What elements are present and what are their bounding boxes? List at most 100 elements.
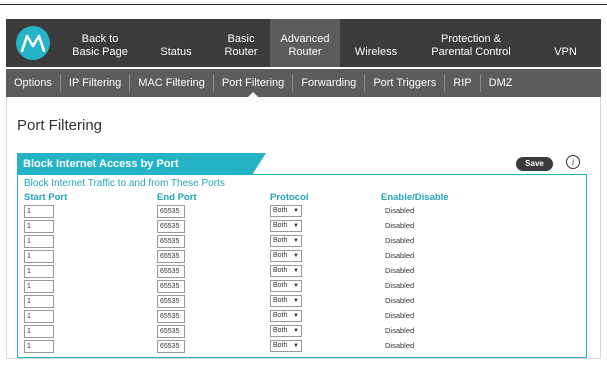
column-header-end-port: End Port bbox=[157, 192, 197, 203]
subnav-rip[interactable]: RIP bbox=[445, 69, 479, 97]
table-row: Both ▼ Disabled bbox=[24, 280, 574, 295]
motorola-logo-icon bbox=[16, 26, 50, 60]
protocol-value: Both bbox=[273, 222, 288, 229]
protocol-value: Both bbox=[273, 252, 288, 259]
page-title: Port Filtering bbox=[17, 117, 103, 134]
end-port-input[interactable] bbox=[157, 340, 185, 353]
table-row: Both ▼ Disabled bbox=[24, 310, 574, 325]
end-port-input[interactable] bbox=[157, 310, 185, 323]
protocol-value: Both bbox=[273, 267, 288, 274]
save-button[interactable]: Save bbox=[516, 157, 553, 171]
subnav-port-filtering[interactable]: Port Filtering bbox=[214, 69, 292, 97]
section-tab-slant bbox=[252, 153, 266, 175]
nav-item-line2: Status bbox=[160, 46, 192, 58]
chevron-down-icon: ▼ bbox=[293, 328, 299, 334]
enable-status[interactable]: Disabled bbox=[385, 206, 414, 215]
top-divider bbox=[0, 4, 607, 5]
table-row: Both ▼ Disabled bbox=[24, 235, 574, 250]
subnav-options[interactable]: Options bbox=[6, 69, 60, 97]
protocol-select[interactable]: Both ▼ bbox=[270, 325, 302, 337]
logo-cell[interactable] bbox=[6, 19, 60, 67]
sub-nav: Options IP Filtering MAC Filtering Port … bbox=[6, 69, 601, 97]
enable-status[interactable]: Disabled bbox=[385, 266, 414, 275]
start-port-input[interactable] bbox=[24, 250, 54, 263]
enable-status[interactable]: Disabled bbox=[385, 341, 414, 350]
protocol-select[interactable]: Both ▼ bbox=[270, 280, 302, 292]
protocol-select[interactable]: Both ▼ bbox=[270, 205, 302, 217]
protocol-select[interactable]: Both ▼ bbox=[270, 295, 302, 307]
start-port-input[interactable] bbox=[24, 220, 54, 233]
enable-status[interactable]: Disabled bbox=[385, 236, 414, 245]
nav-vpn[interactable]: VPN bbox=[530, 19, 601, 67]
nav-item-line1: Back to bbox=[81, 33, 119, 45]
start-port-input[interactable] bbox=[24, 265, 54, 278]
enable-status[interactable]: Disabled bbox=[385, 326, 414, 335]
nav-item-line2: Router bbox=[224, 46, 258, 58]
end-port-input[interactable] bbox=[157, 280, 185, 293]
nav-protection-parental-control[interactable]: Protection & Parental Control bbox=[412, 19, 530, 67]
end-port-input[interactable] bbox=[157, 250, 185, 263]
subnav-dmz[interactable]: DMZ bbox=[481, 69, 521, 97]
nav-item-line2: Parental Control bbox=[431, 46, 511, 58]
enable-status[interactable]: Disabled bbox=[385, 311, 414, 320]
end-port-input[interactable] bbox=[157, 205, 185, 218]
subnav-mac-filtering[interactable]: MAC Filtering bbox=[130, 69, 213, 97]
column-header-start-port: Start Port bbox=[24, 192, 68, 203]
start-port-input[interactable] bbox=[24, 280, 54, 293]
start-port-input[interactable] bbox=[24, 325, 54, 338]
start-port-input[interactable] bbox=[24, 310, 54, 323]
table-row: Both ▼ Disabled bbox=[24, 340, 574, 355]
protocol-select[interactable]: Both ▼ bbox=[270, 265, 302, 277]
chevron-down-icon: ▼ bbox=[293, 208, 299, 214]
table-row: Both ▼ Disabled bbox=[24, 325, 574, 340]
nav-item-line2: VPN bbox=[554, 46, 577, 58]
nav-status[interactable]: Status bbox=[140, 19, 212, 67]
nav-basic-router[interactable]: Basic Router bbox=[212, 19, 270, 67]
nav-advanced-router[interactable]: Advanced Router bbox=[270, 19, 340, 67]
nav-item-line1: Basic bbox=[227, 33, 255, 45]
protocol-value: Both bbox=[273, 297, 288, 304]
chevron-down-icon: ▼ bbox=[293, 253, 299, 259]
chevron-down-icon: ▼ bbox=[293, 283, 299, 289]
section-subheading: Block Internet Traffic to and from These… bbox=[24, 178, 225, 189]
protocol-select[interactable]: Both ▼ bbox=[270, 220, 302, 232]
start-port-input[interactable] bbox=[24, 235, 54, 248]
table-row: Both ▼ Disabled bbox=[24, 205, 574, 220]
enable-status[interactable]: Disabled bbox=[385, 251, 414, 260]
protocol-select[interactable]: Both ▼ bbox=[270, 235, 302, 247]
column-header-protocol: Protocol bbox=[270, 192, 309, 203]
end-port-input[interactable] bbox=[157, 295, 185, 308]
protocol-value: Both bbox=[273, 327, 288, 334]
chevron-down-icon: ▼ bbox=[293, 298, 299, 304]
end-port-input[interactable] bbox=[157, 325, 185, 338]
main-nav: Back to Basic Page Status Basic Router Adv… bbox=[6, 19, 601, 67]
end-port-input[interactable] bbox=[157, 265, 185, 278]
protocol-value: Both bbox=[273, 207, 288, 214]
section-tab-label: Block Internet Access by Port bbox=[17, 153, 253, 175]
subnav-port-triggers[interactable]: Port Triggers bbox=[365, 69, 444, 97]
enable-status[interactable]: Disabled bbox=[385, 296, 414, 305]
protocol-select[interactable]: Both ▼ bbox=[270, 340, 302, 352]
nav-item-line2: Wireless bbox=[354, 46, 398, 58]
nav-back-to-basic[interactable]: Back to Basic Page bbox=[60, 19, 140, 67]
end-port-input[interactable] bbox=[157, 235, 185, 248]
table-row: Both ▼ Disabled bbox=[24, 250, 574, 265]
nav-item-line1: Protection & bbox=[441, 33, 501, 45]
info-icon[interactable]: i bbox=[566, 155, 580, 169]
protocol-select[interactable]: Both ▼ bbox=[270, 310, 302, 322]
nav-item-line1: Advanced bbox=[280, 33, 330, 45]
nav-wireless[interactable]: Wireless bbox=[340, 19, 412, 67]
start-port-input[interactable] bbox=[24, 340, 54, 353]
table-row: Both ▼ Disabled bbox=[24, 265, 574, 280]
table-row: Both ▼ Disabled bbox=[24, 220, 574, 235]
chevron-down-icon: ▼ bbox=[293, 268, 299, 274]
protocol-value: Both bbox=[273, 312, 288, 319]
enable-status[interactable]: Disabled bbox=[385, 281, 414, 290]
start-port-input[interactable] bbox=[24, 295, 54, 308]
end-port-input[interactable] bbox=[157, 220, 185, 233]
subnav-forwarding[interactable]: Forwarding bbox=[293, 69, 364, 97]
enable-status[interactable]: Disabled bbox=[385, 221, 414, 230]
start-port-input[interactable] bbox=[24, 205, 54, 218]
subnav-ip-filtering[interactable]: IP Filtering bbox=[61, 69, 129, 97]
protocol-select[interactable]: Both ▼ bbox=[270, 250, 302, 262]
